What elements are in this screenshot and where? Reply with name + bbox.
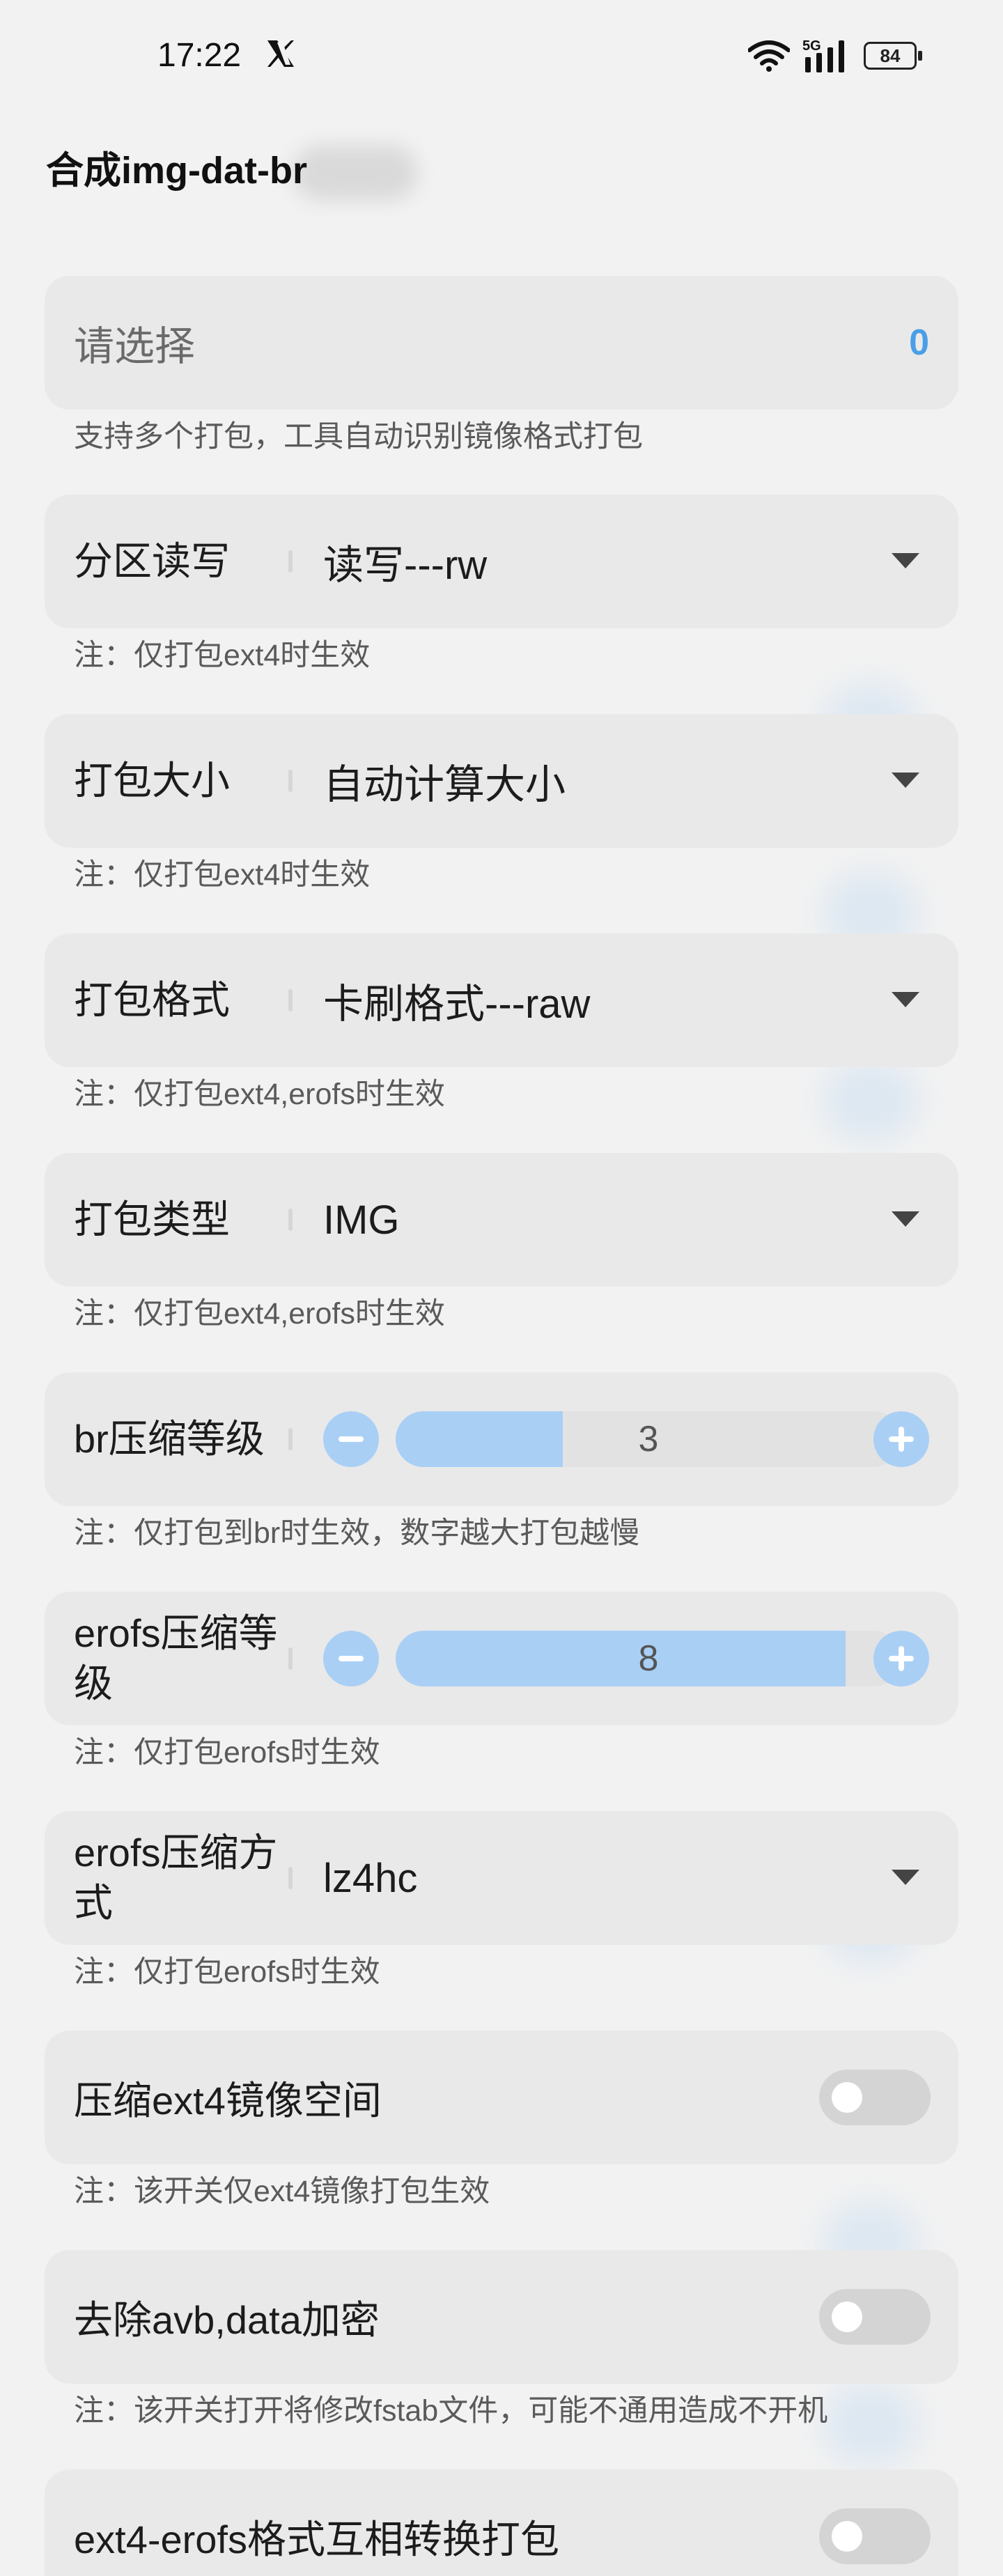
ext4-erofs-convert-toggle[interactable] — [819, 2508, 931, 2564]
toggle-knob — [832, 2521, 862, 2552]
selected-count: 0 — [909, 323, 929, 363]
status-time: 17:22 — [157, 37, 242, 74]
erofs-method-note: 注：仅打包erofs时生效 — [74, 1955, 380, 1989]
erofs-level-stepper: erofs压缩等级 8 — [45, 1592, 958, 1725]
erofs-level-slider[interactable]: 8 — [396, 1631, 901, 1686]
compress-ext4-note: 注：该开关仅ext4镜像打包生效 — [74, 2175, 490, 2208]
divider — [288, 1867, 293, 1889]
toggle-knob — [832, 2302, 862, 2332]
dropdown-arrow-icon[interactable] — [892, 773, 919, 788]
dropdown-arrow-icon[interactable] — [892, 553, 919, 568]
divider — [288, 1428, 293, 1450]
remove-avb-note: 注：该开关打开将修改fstab文件，可能不通用造成不开机 — [74, 2394, 828, 2428]
dropdown-arrow-icon[interactable] — [892, 1211, 919, 1227]
divider — [288, 770, 293, 792]
divider — [288, 550, 293, 573]
dropdown-arrow-icon[interactable] — [892, 992, 919, 1007]
partition-rw-value: 读写---rw — [323, 543, 488, 588]
status-bar: 17:22 5G 84 — [0, 0, 1003, 115]
erofs-level-note: 注：仅打包erofs时生效 — [74, 1736, 380, 1769]
toggle-knob — [832, 2082, 862, 2113]
battery-icon: 84 — [864, 42, 924, 70]
5g-signal-icon: 5G — [802, 38, 844, 72]
br-level-note: 注：仅打包到br时生效，数字越大打包越慢 — [74, 1516, 640, 1550]
erofs-method-label: erofs压缩方式 — [74, 1831, 278, 1925]
pack-size-note: 注：仅打包ext4时生效 — [74, 858, 371, 892]
pack-type-select[interactable]: 打包类型 IMG — [45, 1153, 958, 1287]
x-logo-icon — [267, 40, 294, 67]
partition-rw-select[interactable]: 分区读写 读写---rw — [45, 495, 958, 628]
divider — [288, 989, 293, 1011]
page-title: 合成img-dat-br — [46, 150, 307, 192]
ext4-erofs-convert-row: ext4-erofs格式互相转换打包 — [45, 2469, 958, 2576]
br-level-label: br压缩等级 — [74, 1417, 265, 1461]
pack-size-select[interactable]: 打包大小 自动计算大小 — [45, 714, 958, 848]
divider — [288, 1647, 293, 1670]
decrease-button[interactable] — [323, 1631, 379, 1686]
ext4-erofs-convert-label: ext4-erofs格式互相转换打包 — [74, 2517, 559, 2561]
svg-text:5G: 5G — [802, 38, 821, 54]
compress-ext4-row: 压缩ext4镜像空间 — [45, 2031, 958, 2164]
compress-ext4-label: 压缩ext4镜像空间 — [74, 2078, 382, 2123]
pack-type-label: 打包类型 — [74, 1197, 230, 1241]
br-level-value: 3 — [638, 1419, 659, 1459]
file-picker[interactable]: 请选择 0 — [45, 276, 958, 410]
partition-rw-label: 分区读写 — [74, 539, 230, 583]
erofs-method-select[interactable]: erofs压缩方式 lz4hc — [45, 1811, 958, 1945]
battery-level: 84 — [864, 42, 917, 70]
remove-avb-toggle[interactable] — [819, 2289, 931, 2345]
pack-format-select[interactable]: 打包格式 卡刷格式---raw — [45, 933, 958, 1067]
background-blob — [822, 2382, 919, 2466]
pack-size-value: 自动计算大小 — [323, 762, 566, 807]
br-level-stepper: br压缩等级 3 — [45, 1372, 958, 1506]
erofs-method-value: lz4hc — [323, 1855, 418, 1901]
title-blur — [293, 145, 418, 201]
br-level-slider[interactable]: 3 — [396, 1411, 901, 1467]
increase-button[interactable] — [873, 1411, 929, 1467]
file-picker-note: 支持多个打包，工具自动识别镜像格式打包 — [74, 420, 643, 453]
page: 17:22 5G 84 合成img-dat-br 请选择 0 支持多个打包，工具… — [0, 0, 1003, 2576]
pack-format-note: 注：仅打包ext4,erofs时生效 — [74, 1078, 445, 1111]
erofs-level-value: 8 — [638, 1638, 659, 1679]
dropdown-arrow-icon[interactable] — [892, 1870, 919, 1885]
pack-size-label: 打包大小 — [74, 759, 230, 802]
wifi-icon — [748, 40, 790, 72]
decrease-button[interactable] — [323, 1411, 379, 1467]
pack-type-value: IMG — [323, 1197, 400, 1243]
divider — [288, 1209, 293, 1231]
pack-format-label: 打包格式 — [74, 978, 230, 1022]
remove-avb-label: 去除avb,data加密 — [74, 2297, 380, 2342]
erofs-level-label: erofs压缩等级 — [74, 1611, 278, 1705]
pack-type-note: 注：仅打包ext4,erofs时生效 — [74, 1297, 445, 1330]
compress-ext4-toggle[interactable] — [819, 2070, 931, 2125]
pack-format-value: 卡刷格式---raw — [323, 981, 591, 1027]
partition-rw-note: 注：仅打包ext4时生效 — [74, 639, 371, 672]
background-blob — [822, 1059, 919, 1142]
file-picker-label: 请选择 — [74, 324, 196, 369]
increase-button[interactable] — [873, 1631, 929, 1686]
remove-avb-row: 去除avb,data加密 — [45, 2250, 958, 2384]
